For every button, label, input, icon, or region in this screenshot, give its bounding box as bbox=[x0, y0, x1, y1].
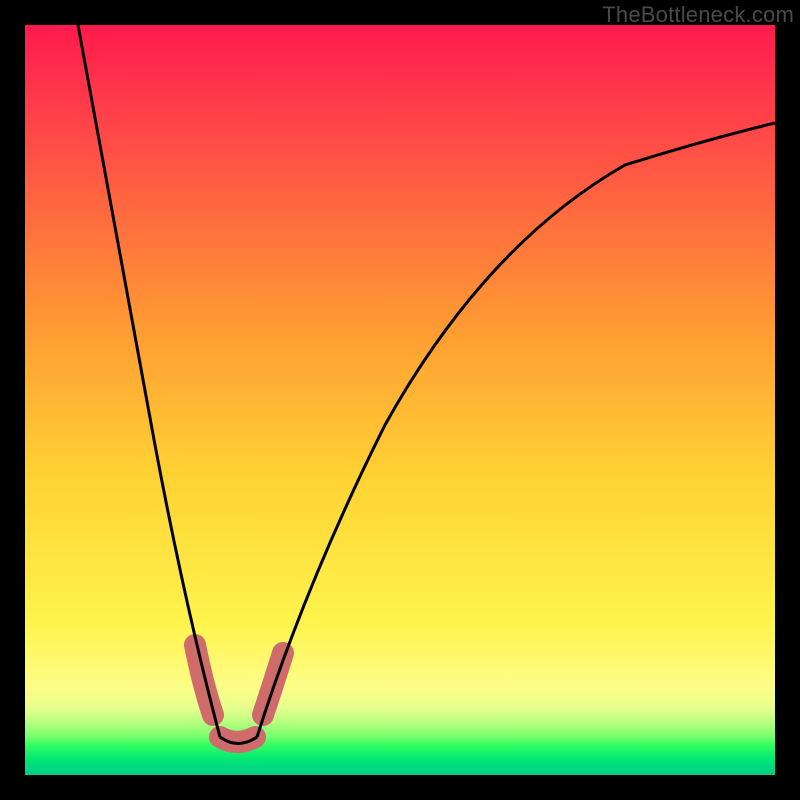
curve-left-branch bbox=[78, 25, 220, 737]
chart-canvas bbox=[25, 25, 775, 775]
watermark-text: TheBottleneck.com bbox=[602, 2, 794, 28]
curve-layer bbox=[25, 25, 775, 775]
curve-right-branch bbox=[257, 123, 775, 737]
